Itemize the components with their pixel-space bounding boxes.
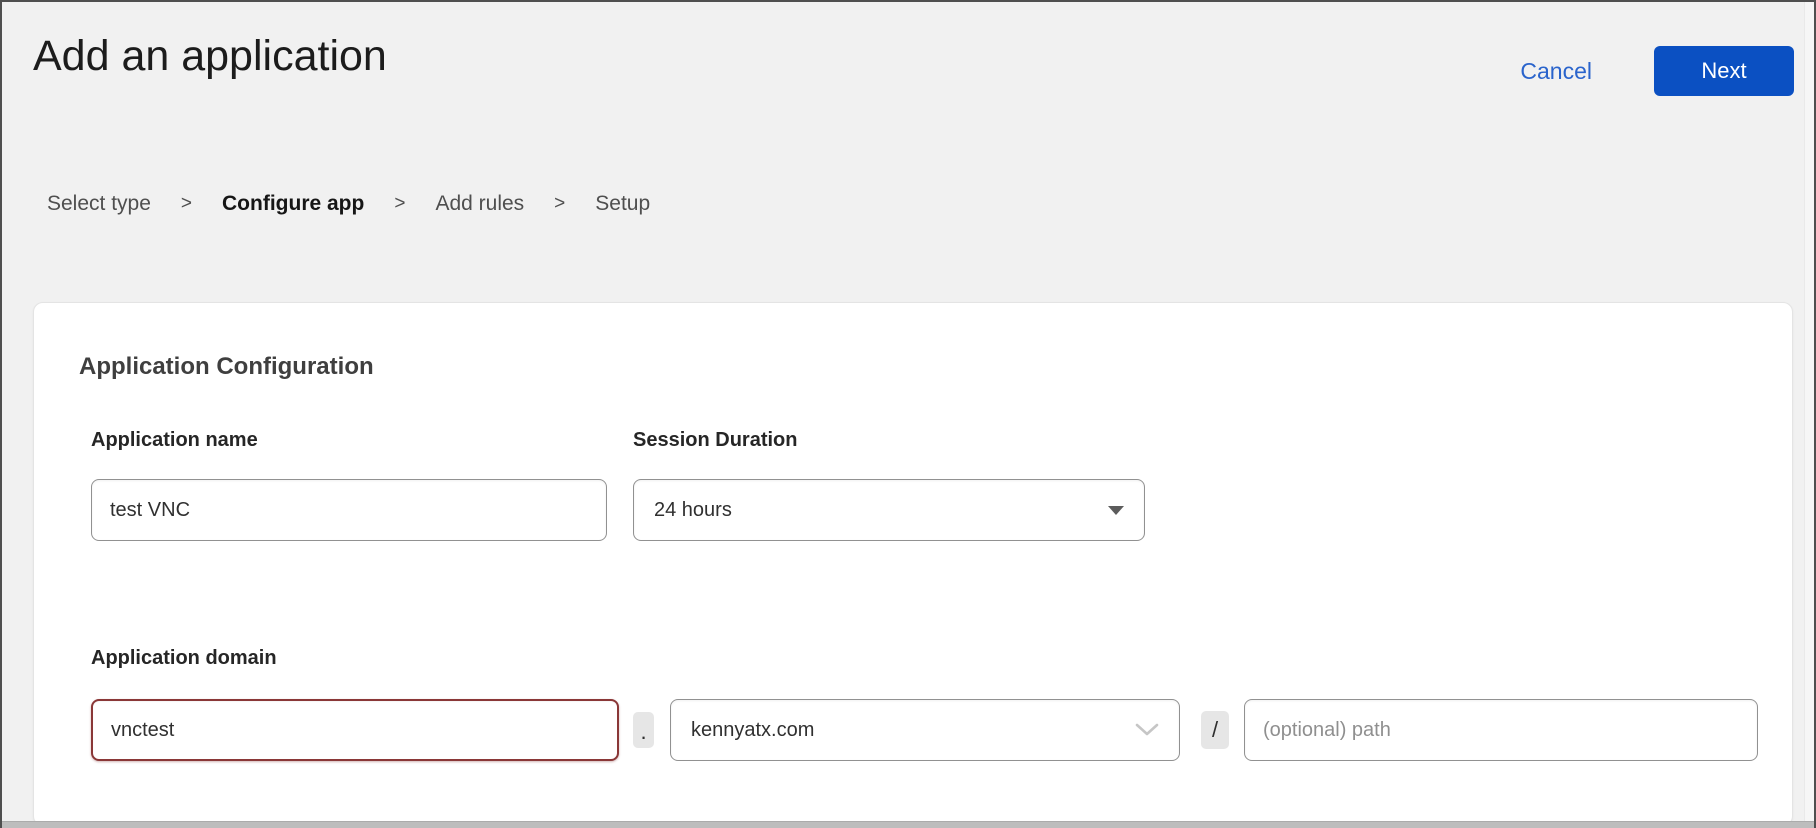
breadcrumb-step-setup: Setup [595, 192, 650, 216]
caret-down-icon [1108, 506, 1124, 515]
page-title: Add an application [33, 32, 387, 81]
slash-separator: / [1201, 711, 1229, 749]
section-title: Application Configuration [79, 353, 374, 381]
domain-select[interactable]: kennyatx.com [670, 699, 1180, 761]
breadcrumb-separator: > [554, 193, 565, 215]
vertical-scrollbar[interactable] [1804, 2, 1814, 821]
app-window: Add an application Cancel Next Select ty… [0, 0, 1816, 828]
breadcrumb-step-configure-app: Configure app [222, 192, 364, 216]
application-name-label: Application name [91, 429, 258, 452]
session-duration-select[interactable]: 24 hours [633, 479, 1145, 541]
application-configuration-card: Application Configuration Application na… [33, 302, 1793, 826]
breadcrumb-separator: > [394, 193, 405, 215]
path-input[interactable] [1244, 699, 1758, 761]
session-duration-value: 24 hours [654, 499, 732, 522]
domain-select-value: kennyatx.com [691, 719, 814, 742]
breadcrumb-step-select-type: Select type [47, 192, 151, 216]
application-domain-label: Application domain [91, 647, 277, 670]
header-actions: Cancel Next [1520, 46, 1794, 96]
chevron-down-icon [1135, 723, 1159, 737]
next-button[interactable]: Next [1654, 46, 1794, 96]
subdomain-input[interactable] [91, 699, 619, 761]
cancel-button[interactable]: Cancel [1520, 58, 1592, 85]
breadcrumb: Select type > Configure app > Add rules … [47, 192, 650, 216]
session-duration-label: Session Duration [633, 429, 797, 452]
window-bottom-edge [2, 821, 1814, 828]
dot-separator: . [633, 712, 654, 748]
breadcrumb-step-add-rules: Add rules [435, 192, 524, 216]
breadcrumb-separator: > [181, 193, 192, 215]
application-name-input[interactable] [91, 479, 607, 541]
